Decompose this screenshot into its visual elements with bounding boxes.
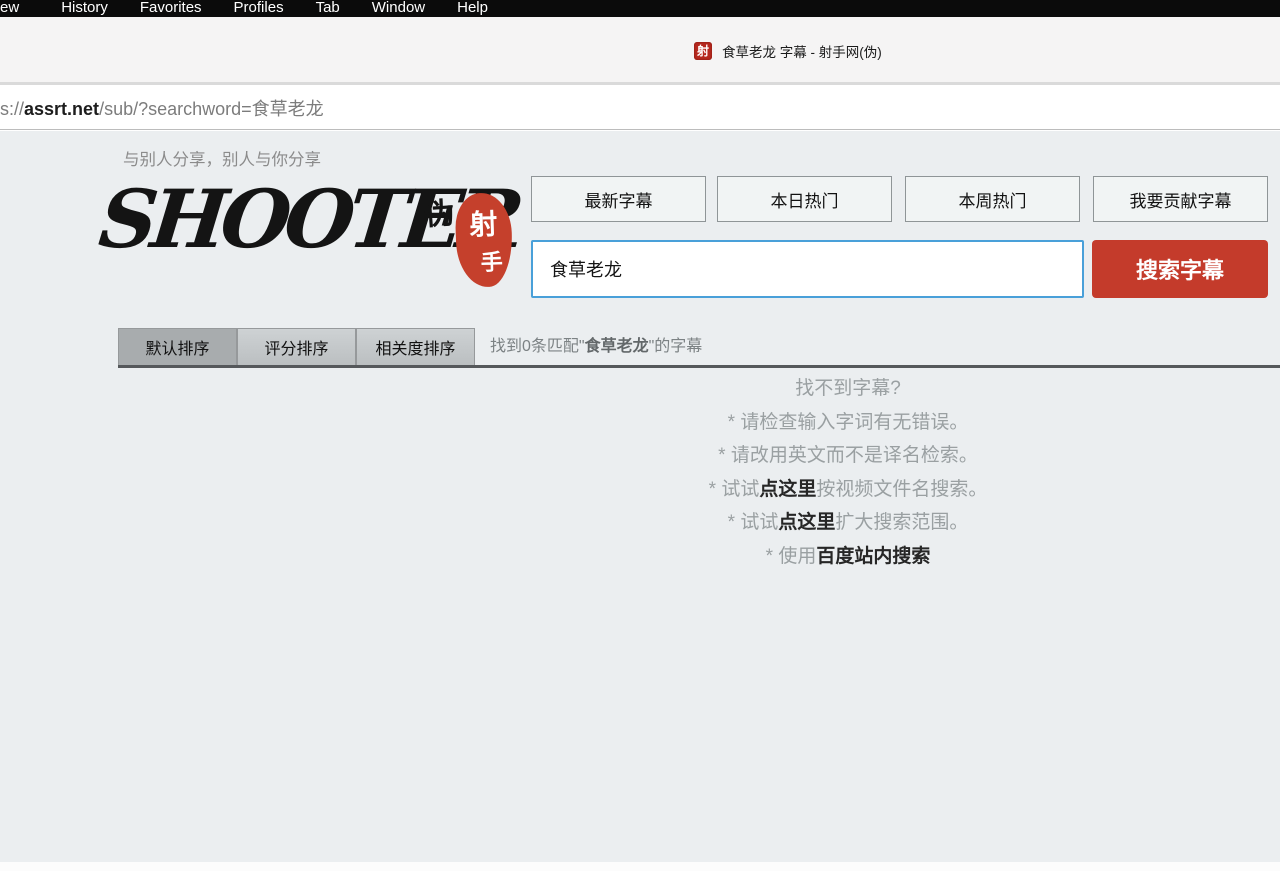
tip-text: * 使用 <box>765 545 817 567</box>
url-path: /sub/?searchword=食草老龙 <box>99 99 324 119</box>
address-bar[interactable]: s://assrt.net/sub/?searchword=食草老龙 <box>0 88 1280 130</box>
today-hot-button[interactable]: 本日热门 <box>717 176 892 222</box>
result-summary-keyword: 食草老龙 <box>584 338 649 355</box>
tip-baidu-search: * 使用百度站内搜索 <box>418 540 1278 574</box>
site-tagline: 与别人分享，别人与你分享 <box>123 151 321 169</box>
tab-divider-line <box>118 365 1280 368</box>
menu-item-favorites[interactable]: Favorites <box>140 0 202 16</box>
bottom-strip <box>0 862 1280 871</box>
logo-wei-mark: 伪 <box>423 196 456 232</box>
tip-use-english: * 请改用英文而不是译名检索。 <box>418 439 1278 473</box>
sort-tab-relevance[interactable]: 相关度排序 <box>356 328 475 366</box>
tip-text: * 试试 <box>708 478 760 500</box>
tip-text: 扩大搜索范围。 <box>835 512 969 533</box>
tip-check-spelling: * 请检查输入字词有无错误。 <box>418 406 1278 440</box>
expand-search-link[interactable]: 点这里 <box>778 512 835 533</box>
seal-char-top: 射 <box>468 208 498 241</box>
browser-tab[interactable]: 射 食草老龙 字幕 - 射手网(伪) <box>694 17 882 85</box>
tab-title: 食草老龙 字幕 - 射手网(伪) <box>722 45 882 60</box>
tip-expand-scope: * 试试点这里扩大搜索范围。 <box>418 506 1278 540</box>
macos-menu-bar: ew History Favorites Profiles Tab Window… <box>0 0 1280 17</box>
tip-text: 按视频文件名搜索。 <box>816 478 988 500</box>
search-submit-button[interactable]: 搜索字幕 <box>1092 240 1268 298</box>
result-summary-suffix: "的字幕 <box>648 338 703 355</box>
menu-item-profiles[interactable]: Profiles <box>234 0 284 16</box>
tip-text: * 请改用英文而不是译名检索。 <box>718 445 978 466</box>
menu-item-window[interactable]: Window <box>372 0 425 16</box>
search-input[interactable] <box>531 240 1084 298</box>
menu-item-view[interactable]: ew <box>0 0 19 16</box>
url-scheme: s:// <box>0 99 25 119</box>
site-favicon-icon: 射 <box>694 42 712 60</box>
url-domain: assrt.net <box>24 99 100 119</box>
contribute-subtitles-button[interactable]: 我要贡献字幕 <box>1093 176 1268 222</box>
sort-tab-rating[interactable]: 评分排序 <box>237 328 356 366</box>
menu-item-help[interactable]: Help <box>457 0 488 16</box>
baidu-site-search-link[interactable]: 百度站内搜索 <box>816 546 930 567</box>
filename-search-link[interactable]: 点这里 <box>759 479 816 500</box>
seal-char-bottom: 手 <box>480 249 504 276</box>
tip-text: * 试试 <box>727 512 779 533</box>
browser-tab-bar: 射 食草老龙 字幕 - 射手网(伪) <box>0 17 1280 85</box>
no-results-panel: 找不到字幕? * 请检查输入字词有无错误。 * 请改用英文而不是译名检索。 * … <box>418 372 1278 573</box>
menu-item-history[interactable]: History <box>61 0 108 16</box>
result-summary: 找到0条匹配"食草老龙"的字幕 <box>490 332 702 356</box>
menu-item-tab[interactable]: Tab <box>316 0 340 16</box>
tip-text: * 请检查输入字词有无错误。 <box>727 411 969 433</box>
sort-tab-default[interactable]: 默认排序 <box>118 328 237 366</box>
page-content: 与别人分享，别人与你分享 SHOOTER 伪 射 手 最新字幕 本日热门 本周热… <box>0 131 1280 871</box>
week-hot-button[interactable]: 本周热门 <box>905 176 1080 222</box>
latest-subtitles-button[interactable]: 最新字幕 <box>531 176 706 222</box>
no-results-title: 找不到字幕? <box>795 378 901 399</box>
result-summary-prefix: 找到0条匹配" <box>490 338 585 355</box>
tip-filename-search: * 试试点这里按视频文件名搜索。 <box>418 473 1278 507</box>
